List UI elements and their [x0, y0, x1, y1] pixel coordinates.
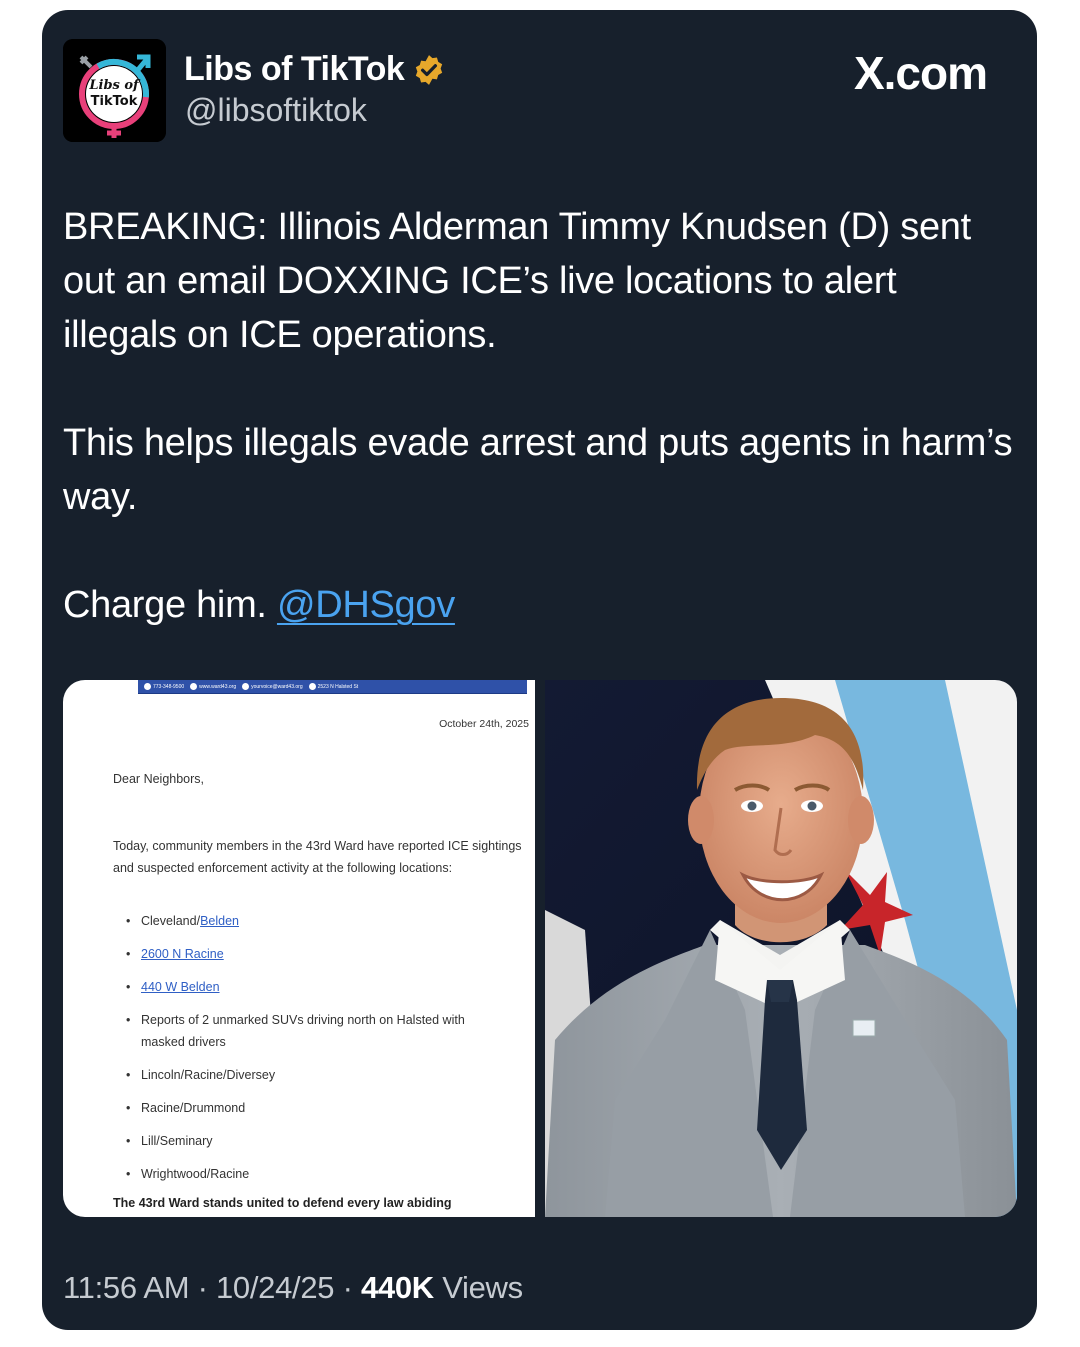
author-name[interactable]: Libs of TikTok	[184, 50, 405, 89]
list-item: Cleveland/Belden	[126, 910, 526, 932]
verified-badge-icon	[416, 54, 443, 85]
list-item: Lincoln/Racine/Diversey	[126, 1064, 526, 1086]
email-greeting: Dear Neighbors,	[113, 772, 205, 786]
svg-text:TikTok: TikTok	[91, 94, 138, 109]
email-header-address: 2523 N Halsted St	[317, 683, 359, 690]
meta-separator: ·	[197, 1270, 208, 1305]
author-handle[interactable]: @libsoftiktok	[185, 92, 367, 129]
mention-link[interactable]: @DHSgov	[277, 584, 455, 626]
email-footer-text: The 43rd Ward stands united to defend ev…	[113, 1196, 452, 1210]
x-com-brand: X.com	[853, 46, 988, 100]
email-header-phone: 773-348-9500	[153, 683, 185, 690]
meta-separator: ·	[342, 1270, 353, 1305]
tweet-paragraph-1: BREAKING: Illinois Alderman Timmy Knudse…	[63, 206, 971, 356]
email-header-bar: 773-348-9500 www.ward43.org yourvoice@wa…	[138, 680, 527, 694]
email-link: 440 W Belden	[141, 980, 220, 994]
tweet-paragraph-3: Charge him. @DHSgov	[63, 578, 1018, 632]
list-item: Lill/Seminary	[126, 1130, 526, 1152]
email-header-email: yourvoice@ward43.org	[251, 683, 303, 690]
list-item: 440 W Belden	[126, 976, 526, 998]
list-item: Wrightwood/Racine	[126, 1163, 526, 1185]
tweet-card: Libs of TikTok Libs of TikTok @libsoftik…	[42, 10, 1037, 1330]
email-date: October 24th, 2025	[439, 718, 529, 730]
globe-icon	[190, 683, 198, 690]
location-icon	[308, 683, 316, 690]
email-link: 2600 N Racine	[141, 947, 224, 961]
portrait-photo[interactable]	[545, 680, 1017, 1217]
tweet-text: BREAKING: Illinois Alderman Timmy Knudse…	[63, 200, 1018, 632]
tweet-date[interactable]: 10/24/25	[216, 1270, 335, 1305]
email-location-list: Cleveland/Belden 2600 N Racine 440 W Bel…	[126, 910, 526, 1196]
list-item: Reports of 2 unmarked SUVs driving north…	[126, 1009, 526, 1053]
tweet-meta: 11:56 AM · 10/24/25 · 440K Views	[63, 1270, 523, 1306]
views-count: 440K	[360, 1270, 434, 1305]
list-item: 2600 N Racine	[126, 943, 526, 965]
tweet-paragraph-2: This helps illegals evade arrest and put…	[63, 422, 1013, 518]
svg-text:Libs of: Libs of	[88, 78, 141, 93]
email-link: Belden	[200, 914, 240, 928]
tweet-media[interactable]: 773-348-9500 www.ward43.org yourvoice@wa…	[63, 680, 1017, 1217]
email-intro: Today, community members in the 43rd War…	[113, 839, 522, 875]
tweet-time[interactable]: 11:56 AM	[63, 1270, 190, 1305]
email-screenshot-image[interactable]: 773-348-9500 www.ward43.org yourvoice@wa…	[63, 680, 535, 1217]
author-name-row[interactable]: Libs of TikTok	[184, 50, 446, 89]
mail-icon	[242, 683, 250, 690]
site-label: X.com	[853, 47, 988, 99]
portrait-photo-illustration	[545, 680, 1017, 1217]
views-label: Views	[442, 1270, 523, 1305]
avatar-logo-icon: Libs of TikTok	[63, 39, 166, 142]
list-item: Racine/Drummond	[126, 1097, 526, 1119]
tweet-paragraph-3-text: Charge him.	[63, 584, 267, 626]
email-header-website: www.ward43.org	[199, 683, 237, 690]
phone-icon	[144, 683, 151, 690]
author-avatar[interactable]: Libs of TikTok	[63, 39, 166, 142]
